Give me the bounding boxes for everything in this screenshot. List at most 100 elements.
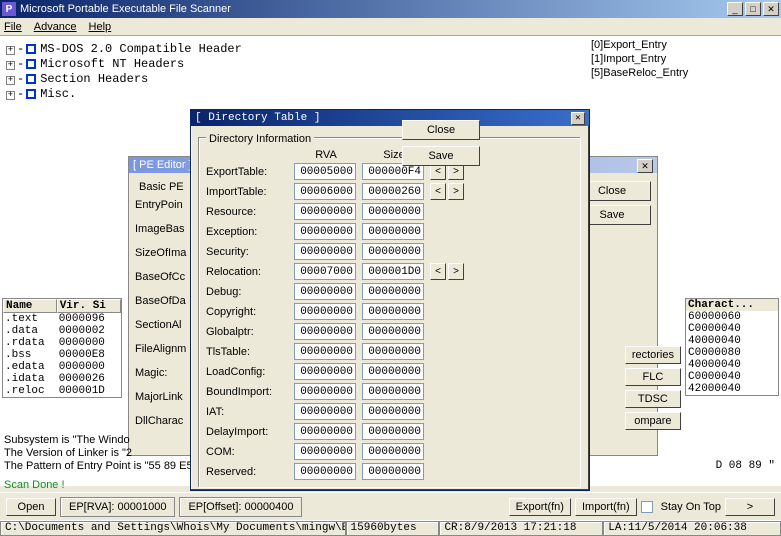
rva-input[interactable] <box>294 443 356 460</box>
table-row[interactable]: 40000040 <box>686 359 778 371</box>
dir-row-label: Debug: <box>206 283 290 301</box>
open-button[interactable]: Open <box>6 498 56 516</box>
rva-input[interactable] <box>294 383 356 400</box>
menu-advance[interactable]: Advance <box>34 21 77 33</box>
table-row[interactable]: C0000040 <box>686 371 778 383</box>
dir-row-label: LoadConfig: <box>206 363 290 381</box>
status-la: LA:11/5/2014 20:06:38 <box>603 521 781 536</box>
flc-button[interactable]: FLC <box>625 368 681 386</box>
right-buttons: rectories FLC TDSC ompare <box>625 346 681 430</box>
size-input[interactable] <box>362 463 424 480</box>
status-cr: CR:8/9/2013 17:21:18 <box>439 521 603 536</box>
table-row[interactable]: C0000080 <box>686 347 778 359</box>
dir-row-label: Security: <box>206 243 290 261</box>
dir-row-label: ImportTable: <box>206 183 290 201</box>
rva-input[interactable] <box>294 403 356 420</box>
size-input[interactable] <box>362 283 424 300</box>
list-item[interactable]: [5]BaseReloc_Entry <box>591 66 779 80</box>
export-fn-button[interactable]: Export(fn) <box>509 498 571 516</box>
status-size: 15960bytes <box>346 521 440 536</box>
dir-row-label: BoundImport: <box>206 383 290 401</box>
tdsc-button[interactable]: TDSC <box>625 390 681 408</box>
charact-table[interactable]: Charact... 60000060C000004040000040C0000… <box>685 298 779 396</box>
menubar: File Advance Help <box>0 18 781 36</box>
size-input[interactable] <box>362 203 424 220</box>
prev-icon[interactable]: < <box>430 183 446 200</box>
rva-input[interactable] <box>294 203 356 220</box>
next-icon[interactable]: > <box>448 263 464 280</box>
table-row[interactable]: C0000040 <box>686 323 778 335</box>
size-input[interactable] <box>362 223 424 240</box>
stay-on-top-checkbox[interactable] <box>641 501 653 513</box>
pe-close-icon[interactable]: ✕ <box>637 159 653 173</box>
rva-input[interactable] <box>294 423 356 440</box>
rva-input[interactable] <box>294 363 356 380</box>
table-row[interactable]: .text0000096 <box>3 313 121 325</box>
scroll-right-button[interactable]: > <box>725 498 775 516</box>
size-input[interactable] <box>362 383 424 400</box>
rva-input[interactable] <box>294 223 356 240</box>
list-item[interactable]: [1]Import_Entry <box>591 52 779 66</box>
bottom-toolbar: Open EP[RVA]: 00001000 EP[Offset]: 00000… <box>0 492 781 520</box>
dir-row-label: Reserved: <box>206 463 290 481</box>
size-input[interactable] <box>362 243 424 260</box>
dialog-close-icon[interactable]: ✕ <box>571 112 585 125</box>
maximize-button[interactable]: □ <box>745 2 761 16</box>
dir-row-label: TlsTable: <box>206 343 290 361</box>
table-row[interactable]: .bss00000E8 <box>3 349 121 361</box>
dir-row-label: Copyright: <box>206 303 290 321</box>
compare-button[interactable]: ompare <box>625 412 681 430</box>
dir-row-label: ExportTable: <box>206 163 290 181</box>
table-row[interactable]: .reloc000001D <box>3 385 121 397</box>
export-list[interactable]: [0]Export_Entry [1]Import_Entry [5]BaseR… <box>591 38 779 80</box>
table-row[interactable]: .edata0000000 <box>3 361 121 373</box>
dir-row-label: DelayImport: <box>206 423 290 441</box>
prev-icon[interactable]: < <box>430 263 446 280</box>
table-row[interactable]: 40000040 <box>686 335 778 347</box>
dir-row-label: COM: <box>206 443 290 461</box>
menu-file[interactable]: File <box>4 21 22 33</box>
close-button[interactable]: ✕ <box>763 2 779 16</box>
directories-button[interactable]: rectories <box>625 346 681 364</box>
directory-table-dialog: [ Directory Table ] ✕ Directory Informat… <box>190 109 590 491</box>
dir-save-button[interactable]: Save <box>402 146 480 166</box>
import-fn-button[interactable]: Import(fn) <box>575 498 637 516</box>
table-row[interactable]: .data0000002 <box>3 325 121 337</box>
size-input[interactable] <box>362 303 424 320</box>
rva-input[interactable] <box>294 163 356 180</box>
table-row[interactable]: .rdata0000000 <box>3 337 121 349</box>
section-table[interactable]: NameVir. Si .text0000096.data0000002.rda… <box>2 298 122 398</box>
next-icon[interactable]: > <box>448 183 464 200</box>
size-input[interactable] <box>362 263 424 280</box>
rva-input[interactable] <box>294 463 356 480</box>
dir-row-label: Relocation: <box>206 263 290 281</box>
titlebar: P Microsoft Portable Executable File Sca… <box>0 0 781 18</box>
dir-row-label: Exception: <box>206 223 290 241</box>
size-input[interactable] <box>362 443 424 460</box>
rva-input[interactable] <box>294 323 356 340</box>
list-item[interactable]: [0]Export_Entry <box>591 38 779 52</box>
size-input[interactable] <box>362 363 424 380</box>
size-input[interactable] <box>362 423 424 440</box>
stay-on-top-label: Stay On Top <box>661 501 721 513</box>
main-area: +-MS-DOS 2.0 Compatible Header +-Microso… <box>0 36 781 486</box>
hex-fragment: D 08 89 " <box>716 460 775 472</box>
rva-input[interactable] <box>294 283 356 300</box>
table-row[interactable]: 42000040 <box>686 383 778 395</box>
minimize-button[interactable]: _ <box>727 2 743 16</box>
rva-input[interactable] <box>294 183 356 200</box>
rva-input[interactable] <box>294 343 356 360</box>
rva-input[interactable] <box>294 243 356 260</box>
dir-row-label: IAT: <box>206 403 290 421</box>
menu-help[interactable]: Help <box>89 21 112 33</box>
dir-row-label: Globalptr: <box>206 323 290 341</box>
table-row[interactable]: 60000060 <box>686 311 778 323</box>
size-input[interactable] <box>362 403 424 420</box>
size-input[interactable] <box>362 183 424 200</box>
rva-input[interactable] <box>294 303 356 320</box>
size-input[interactable] <box>362 323 424 340</box>
size-input[interactable] <box>362 343 424 360</box>
rva-input[interactable] <box>294 263 356 280</box>
table-row[interactable]: .idata0000026 <box>3 373 121 385</box>
dir-close-button[interactable]: Close <box>402 120 480 140</box>
